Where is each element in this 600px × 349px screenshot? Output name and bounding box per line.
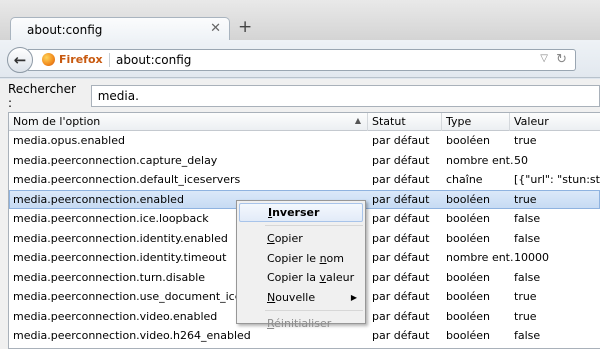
reload-icon[interactable]: ↻ <box>556 52 567 67</box>
row-type-cell: nombre ent... <box>446 251 514 264</box>
row-value-cell: false <box>514 231 541 245</box>
menu-item-copier-la-valeur[interactable]: Copier la valeur <box>237 268 365 288</box>
sort-ascending-icon: ▲ <box>354 116 361 125</box>
row-value-cell: true <box>514 134 537 147</box>
row-type-cell: booléen <box>446 192 491 206</box>
tab-about-config[interactable]: about:config ✕ <box>10 17 230 41</box>
menu-item-nouvelle[interactable]: Nouvelle ▶ <box>237 288 365 308</box>
column-header-type[interactable]: Type <box>442 113 510 131</box>
row-status-cell: par défaut <box>372 270 430 284</box>
submenu-arrow-icon: ▶ <box>350 292 357 302</box>
menu-item-copier-le-nom[interactable]: Copier le nom <box>237 249 365 269</box>
url-bar[interactable]: Firefox about:config ▽ ↻ <box>28 49 576 71</box>
row-value-cell: true <box>514 290 537 303</box>
row-type-cell: booléen <box>446 290 491 303</box>
row-status-cell: par défaut <box>372 231 430 245</box>
row-value-cell: false <box>514 212 541 225</box>
tab-title: about:config <box>27 23 103 37</box>
navigation-bar: Firefox about:config ▽ ↻ ← <box>0 40 600 78</box>
row-value-cell: [{"url": "stun:stun.se <box>514 173 600 186</box>
row-value-cell: true <box>514 192 537 206</box>
row-type-cell: booléen <box>446 309 491 323</box>
table-row[interactable]: media.peerconnection.default_iceservers p… <box>9 170 600 190</box>
menu-separator <box>265 310 363 311</box>
menu-item-copier[interactable]: Copier <box>237 229 365 249</box>
row-type-cell: booléen <box>446 270 491 284</box>
search-input[interactable] <box>90 85 600 107</box>
back-arrow-icon: ← <box>13 51 27 69</box>
menu-separator <box>265 225 363 226</box>
context-menu: Inverser Copier Copier le nom Copier la … <box>236 200 366 330</box>
firefox-logo-icon <box>42 53 55 66</box>
column-header-name[interactable]: Nom de l'option ▲ <box>9 113 368 131</box>
row-value-cell: 50 <box>514 153 528 167</box>
column-header-value[interactable]: Valeur <box>510 113 600 131</box>
row-value-cell: false <box>514 270 541 284</box>
tab-strip: about:config ✕ + <box>0 0 600 41</box>
row-status-cell: par défaut <box>372 173 430 186</box>
row-type-cell: booléen <box>446 212 491 225</box>
history-dropdown-icon[interactable]: ▽ <box>540 53 548 64</box>
row-type-cell: booléen <box>446 134 491 147</box>
table-header: Nom de l'option ▲ Statut Type Valeur <box>9 113 600 131</box>
row-value-cell: true <box>514 309 537 323</box>
row-name-cell: media.peerconnection.default_iceservers <box>13 173 241 186</box>
row-value-cell: false <box>514 329 541 342</box>
row-status-cell: par défaut <box>372 192 430 206</box>
identity-label: Firefox <box>59 53 103 66</box>
column-header-status[interactable]: Statut <box>368 113 442 131</box>
row-status-cell: par défaut <box>372 309 430 323</box>
row-name-cell: media.peerconnection.capture_delay <box>13 153 218 167</box>
identity-divider <box>109 53 110 67</box>
row-type-cell: booléen <box>446 329 491 342</box>
close-icon[interactable]: ✕ <box>210 21 221 36</box>
menu-item-inverser[interactable]: Inverser <box>239 203 363 222</box>
search-row: Rechercher : <box>8 82 600 110</box>
row-status-cell: par défaut <box>372 153 430 167</box>
row-type-cell: nombre ent... <box>446 153 514 167</box>
row-type-cell: chaîne <box>446 173 483 186</box>
row-status-cell: par défaut <box>372 212 430 225</box>
url-text[interactable]: about:config <box>116 53 191 67</box>
row-name-cell: media.opus.enabled <box>13 134 125 147</box>
row-status-cell: par défaut <box>372 329 430 342</box>
menu-item-reinitialiser: Réinitialiser <box>267 317 332 330</box>
row-status-cell: par défaut <box>372 251 430 264</box>
identity-box[interactable]: Firefox <box>42 53 103 66</box>
table-row[interactable]: media.peerconnection.capture_delay par dé… <box>9 151 600 171</box>
back-button[interactable]: ← <box>7 47 33 73</box>
table-row[interactable]: media.opus.enabled par défaut booléen true <box>9 131 600 151</box>
row-status-cell: par défaut <box>372 290 430 303</box>
row-status-cell: par défaut <box>372 134 430 147</box>
row-value-cell: 10000 <box>514 251 549 264</box>
new-tab-button[interactable]: + <box>238 17 252 37</box>
search-label: Rechercher : <box>8 82 76 110</box>
row-type-cell: booléen <box>446 231 491 245</box>
